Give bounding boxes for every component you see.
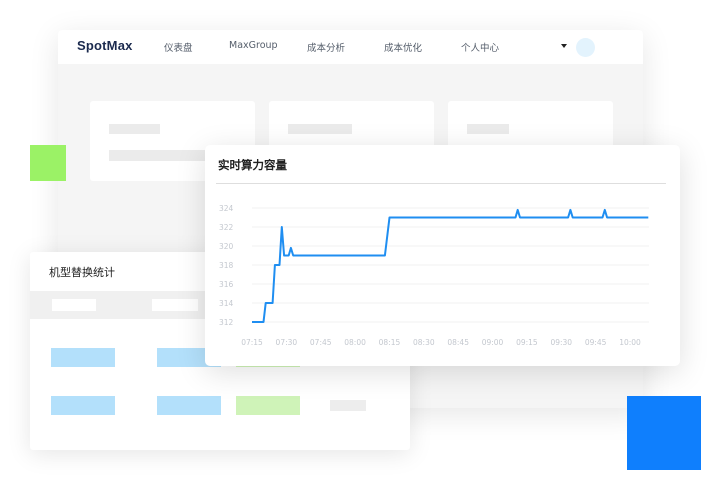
x-tick-label: 09:15 (516, 338, 538, 347)
table-cell (236, 396, 300, 415)
x-tick-label: 09:30 (550, 338, 572, 347)
x-tick-label: 08:15 (379, 338, 401, 347)
decorative-square-green (30, 145, 66, 181)
spotmax-logo[interactable]: SpotMax (77, 38, 133, 53)
table-cell (157, 396, 221, 415)
header-placeholder (52, 299, 96, 311)
x-tick-label: 08:30 (413, 338, 435, 347)
capacity-chart-card: 实时算力容量 312 314 316 318 320 322 324 07:15 07:30 07… (205, 145, 680, 366)
text-placeholder (109, 124, 160, 134)
nav-item-maxgroup[interactable]: MaxGroup (229, 40, 278, 51)
x-tick-label: 09:45 (585, 338, 607, 347)
x-tick-label: 08:00 (344, 338, 366, 347)
y-tick-label: 322 (219, 223, 234, 232)
text-placeholder (288, 124, 352, 134)
text-placeholder (109, 150, 209, 161)
table-cell (330, 400, 366, 411)
top-navbar: SpotMax 仪表盘 MaxGroup 成本分析 成本优化 个人中心 (58, 30, 643, 64)
card-title: 机型替换统计 (49, 266, 115, 279)
header-placeholder (152, 299, 198, 311)
x-tick-label: 10:00 (619, 338, 641, 347)
table-cell (51, 348, 115, 367)
x-tick-label: 07:30 (276, 338, 298, 347)
x-tick-label: 08:45 (447, 338, 469, 347)
decorative-square-blue (627, 396, 701, 470)
chevron-down-icon[interactable] (561, 44, 567, 48)
y-tick-label: 312 (219, 318, 234, 327)
table-cell (51, 396, 115, 415)
nav-item-dashboard[interactable]: 仪表盘 (164, 40, 193, 54)
y-tick-label: 316 (219, 280, 234, 289)
y-tick-label: 318 (219, 261, 234, 270)
nav-item-cost-optimization[interactable]: 成本优化 (384, 40, 422, 54)
x-tick-label: 09:00 (482, 338, 504, 347)
y-tick-label: 314 (219, 299, 234, 308)
text-placeholder (467, 124, 509, 134)
y-tick-label: 324 (219, 204, 234, 213)
x-tick-label: 07:45 (310, 338, 332, 347)
x-tick-label: 07:15 (241, 338, 263, 347)
y-tick-label: 320 (219, 242, 234, 251)
nav-item-cost-analysis[interactable]: 成本分析 (307, 40, 345, 54)
avatar[interactable] (576, 38, 595, 57)
capacity-line-chart: 312 314 316 318 320 322 324 07:15 07:30 07:45 08:0… (219, 204, 649, 347)
nav-item-personal-center[interactable]: 个人中心 (461, 40, 499, 54)
